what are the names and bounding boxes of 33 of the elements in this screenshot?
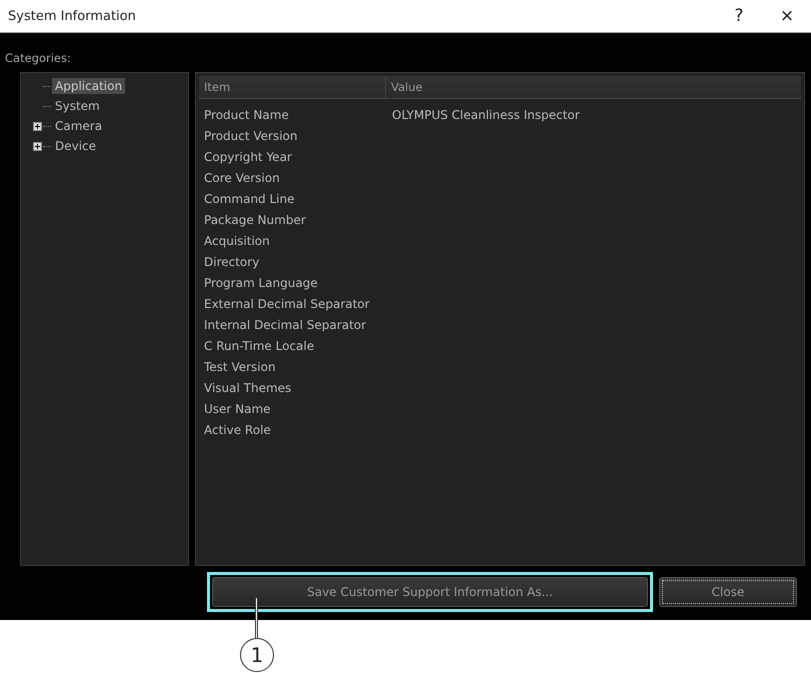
callout-number: 1 bbox=[240, 638, 274, 672]
table-cell-text: Command Line bbox=[203, 192, 296, 206]
column-header[interactable]: Value bbox=[386, 76, 423, 98]
table-cell-text: Package Number bbox=[203, 212, 307, 226]
help-button[interactable]: ? bbox=[715, 0, 763, 32]
table-cell-text: Program Language bbox=[203, 276, 319, 290]
column-header[interactable]: Item bbox=[199, 76, 386, 98]
tree-item[interactable]: System bbox=[52, 98, 103, 114]
tree-item[interactable]: Application bbox=[52, 78, 126, 94]
tree-item[interactable]: Device bbox=[52, 138, 100, 154]
window-title: System Information bbox=[8, 8, 136, 24]
table-cell-text: Directory bbox=[203, 254, 260, 268]
expand-icon[interactable] bbox=[33, 142, 43, 150]
table-cell-text: Core Version bbox=[203, 170, 281, 184]
leader-line bbox=[255, 598, 258, 638]
table-cell-text: Visual Themes bbox=[203, 380, 292, 394]
table-cell-text: OLYMPUS Cleanliness Inspector bbox=[391, 108, 580, 122]
table-cell-text: Product Version bbox=[203, 128, 299, 142]
close-button[interactable]: × bbox=[763, 0, 811, 32]
expand-icon[interactable] bbox=[33, 122, 43, 130]
table-cell-text: Active Role bbox=[203, 422, 272, 436]
table-cell-text: Test Version bbox=[203, 360, 277, 374]
save-button[interactable]: Save Customer Support Information As... bbox=[212, 577, 648, 607]
table-cell-text: C Run-Time Locale bbox=[203, 338, 316, 352]
categories-label: Categories: bbox=[5, 51, 71, 65]
close-dialog-button[interactable]: Close bbox=[659, 577, 797, 607]
table-cell-text: External Decimal Separator bbox=[203, 296, 371, 310]
table-cell-text: Copyright Year bbox=[203, 150, 293, 164]
tree-item[interactable]: Camera bbox=[52, 118, 106, 134]
table-cell-text: Product Name bbox=[203, 108, 290, 122]
table-cell-text: Internal Decimal Separator bbox=[203, 318, 368, 332]
table-cell-text: User Name bbox=[203, 402, 272, 416]
table-cell-text: Acquisition bbox=[203, 234, 271, 248]
